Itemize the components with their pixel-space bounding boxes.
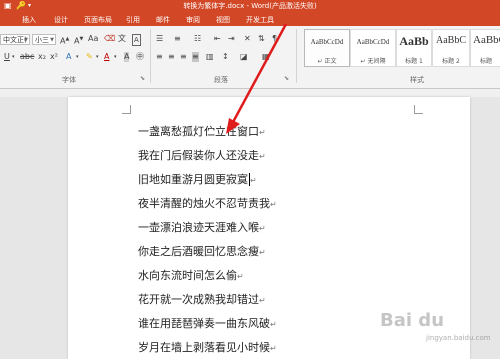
- watermark-url: jingyan.baidu.com: [426, 334, 491, 342]
- annotation-arrow: [226, 23, 288, 134]
- watermark-logo: Bai du: [380, 310, 445, 331]
